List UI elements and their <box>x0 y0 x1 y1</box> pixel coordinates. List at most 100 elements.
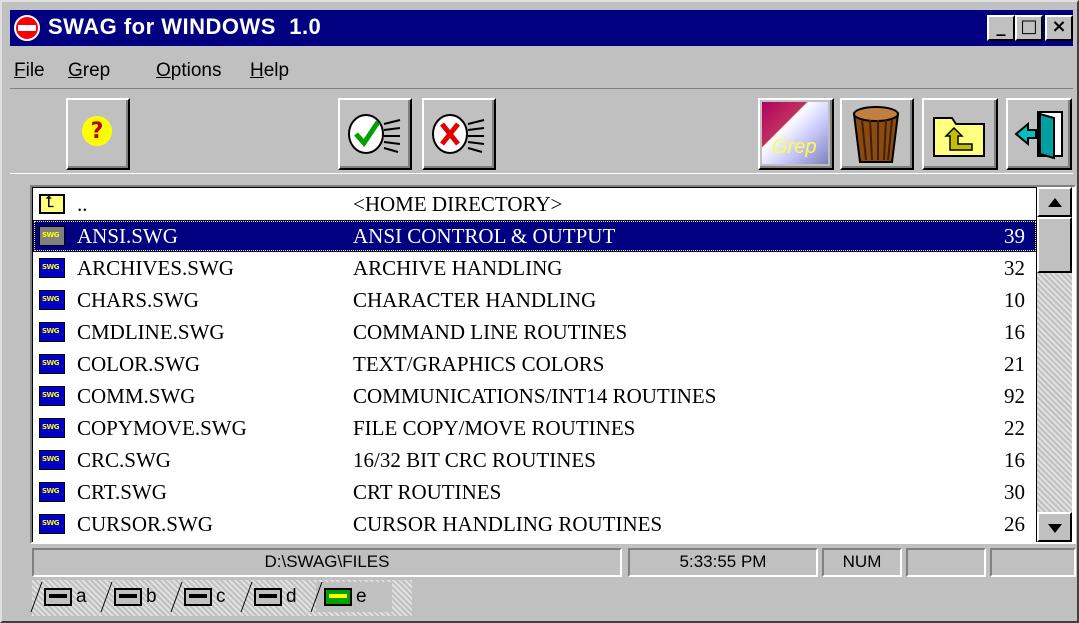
file-count: 39 <box>1004 224 1025 248</box>
file-list[interactable]: .. <HOME DIRECTORY> ANSI.SWG ANSI CONTRO… <box>30 185 1076 544</box>
file-count: 26 <box>1004 512 1025 536</box>
drive-tab-e[interactable]: e <box>316 582 392 612</box>
reject-button[interactable] <box>422 98 496 170</box>
swg-file-icon <box>39 290 65 310</box>
status-path: D:\SWAG\FILES <box>32 548 622 577</box>
swg-file-icon <box>39 226 65 246</box>
file-description: 16/32 BIT CRC ROUTINES <box>353 448 596 472</box>
drive-tabs: a b c d e <box>32 580 412 616</box>
open-folder-icon <box>932 110 988 158</box>
drive-tab-c[interactable]: c <box>176 582 248 612</box>
drive-tab-label: b <box>146 586 157 607</box>
checkmark-letter-icon <box>346 110 404 158</box>
drive-tab-label: a <box>76 586 87 607</box>
question-icon: ? <box>82 116 112 146</box>
help-button[interactable]: ? <box>66 98 130 170</box>
file-description: CURSOR HANDLING ROUTINES <box>353 512 663 536</box>
drive-tab-d[interactable]: d <box>246 582 318 612</box>
drive-tab-label: e <box>356 586 367 607</box>
file-count: 10 <box>1004 288 1025 312</box>
drive-tab-b[interactable]: b <box>106 582 178 612</box>
vertical-scrollbar[interactable] <box>1036 187 1072 542</box>
drive-tab-label: c <box>216 586 226 607</box>
list-item-selected[interactable]: ANSI.SWG ANSI CONTROL & OUTPUT 39 <box>33 220 1036 252</box>
swg-file-icon <box>39 450 65 470</box>
file-description: FILE COPY/MOVE ROUTINES <box>353 416 636 440</box>
grep-button[interactable]: Grep <box>758 98 834 170</box>
accept-button[interactable] <box>338 98 412 170</box>
list-item[interactable]: CRT.SWG CRT ROUTINES 30 <box>33 476 1036 508</box>
file-name: CHARS.SWG <box>77 288 199 312</box>
file-name: CMDLINE.SWG <box>77 320 225 344</box>
list-item[interactable]: CHARS.SWG CHARACTER HANDLING 10 <box>33 284 1036 316</box>
wastebasket-icon <box>850 104 902 164</box>
file-name: .. <box>77 192 88 216</box>
file-name: CRC.SWG <box>77 448 171 472</box>
exit-button[interactable] <box>1006 98 1072 170</box>
file-name: CRT.SWG <box>77 480 167 504</box>
drive-tab-label: d <box>286 586 297 607</box>
swg-file-icon <box>39 418 65 438</box>
maximize-button[interactable]: □ <box>1015 15 1043 41</box>
swg-file-icon <box>39 514 65 534</box>
list-item[interactable]: COLOR.SWG TEXT/GRAPHICS COLORS 21 <box>33 348 1036 380</box>
list-item[interactable]: CRC.SWG 16/32 BIT CRC ROUTINES 16 <box>33 444 1036 476</box>
list-item[interactable]: COMM.SWG COMMUNICATIONS/INT14 ROUTINES 9… <box>33 380 1036 412</box>
file-description: CHARACTER HANDLING <box>353 288 597 312</box>
minimize-button[interactable]: _ <box>987 15 1015 41</box>
app-window: SWAG for WINDOWS 1.0 _ □ × File Grep Opt… <box>0 0 1079 623</box>
drive-icon <box>184 588 212 606</box>
menu-grep[interactable]: Grep <box>68 60 110 82</box>
x-letter-icon <box>430 110 488 158</box>
drive-icon <box>324 588 352 606</box>
window-title: SWAG for WINDOWS 1.0 <box>48 14 322 39</box>
scroll-down-arrow-icon[interactable] <box>1037 512 1072 542</box>
drive-icon <box>44 588 72 606</box>
drive-icon <box>254 588 282 606</box>
trash-button[interactable] <box>840 98 914 170</box>
swg-file-icon <box>39 386 65 406</box>
file-name: COLOR.SWG <box>77 352 201 376</box>
file-name: CURSOR.SWG <box>77 512 213 536</box>
scroll-thumb[interactable] <box>1037 217 1072 273</box>
menu-bar: File Grep Options Help <box>10 56 610 86</box>
file-description: ANSI CONTROL & OUTPUT <box>353 224 616 248</box>
file-description: <HOME DIRECTORY> <box>353 192 563 216</box>
swg-file-icon <box>39 258 65 278</box>
list-item[interactable]: COPYMOVE.SWG FILE COPY/MOVE ROUTINES 22 <box>33 412 1036 444</box>
file-description: COMMAND LINE ROUTINES <box>353 320 628 344</box>
title-bar[interactable]: SWAG for WINDOWS 1.0 _ □ × <box>10 10 1073 46</box>
status-time: 5:33:55 PM <box>628 548 818 577</box>
menu-file[interactable]: File <box>14 60 45 82</box>
grep-icon: Grep <box>762 102 828 164</box>
close-button[interactable]: × <box>1045 15 1073 41</box>
list-item[interactable]: CMDLINE.SWG COMMAND LINE ROUTINES 16 <box>33 316 1036 348</box>
file-count: 32 <box>1004 256 1025 280</box>
up-directory-icon <box>39 192 65 214</box>
swg-file-icon <box>39 354 65 374</box>
file-name: COMM.SWG <box>77 384 196 408</box>
list-item-home[interactable]: .. <HOME DIRECTORY> <box>33 188 1036 220</box>
file-description: ARCHIVE HANDLING <box>353 256 563 280</box>
file-count: 16 <box>1004 320 1025 344</box>
menu-help[interactable]: Help <box>250 60 289 82</box>
scroll-up-arrow-icon[interactable] <box>1037 187 1072 217</box>
file-list-inner: .. <HOME DIRECTORY> ANSI.SWG ANSI CONTRO… <box>32 187 1036 542</box>
status-panel-4 <box>906 548 986 577</box>
list-item[interactable]: CURSOR.SWG CURSOR HANDLING ROUTINES 26 <box>33 508 1036 540</box>
drive-icon <box>114 588 142 606</box>
file-count: 22 <box>1004 416 1025 440</box>
file-description: CRT ROUTINES <box>353 480 502 504</box>
list-item[interactable]: ARCHIVES.SWG ARCHIVE HANDLING 32 <box>33 252 1036 284</box>
app-icon[interactable] <box>14 15 40 41</box>
file-description: TEXT/GRAPHICS COLORS <box>353 352 605 376</box>
open-folder-button[interactable] <box>922 98 998 170</box>
file-count: 16 <box>1004 448 1025 472</box>
file-count: 92 <box>1004 384 1025 408</box>
file-count: 21 <box>1004 352 1025 376</box>
swg-file-icon <box>39 322 65 342</box>
drive-tab-a[interactable]: a <box>36 582 108 612</box>
file-description: COMMUNICATIONS/INT14 ROUTINES <box>353 384 717 408</box>
menu-options[interactable]: Options <box>156 60 221 82</box>
exit-door-icon <box>1014 108 1066 160</box>
